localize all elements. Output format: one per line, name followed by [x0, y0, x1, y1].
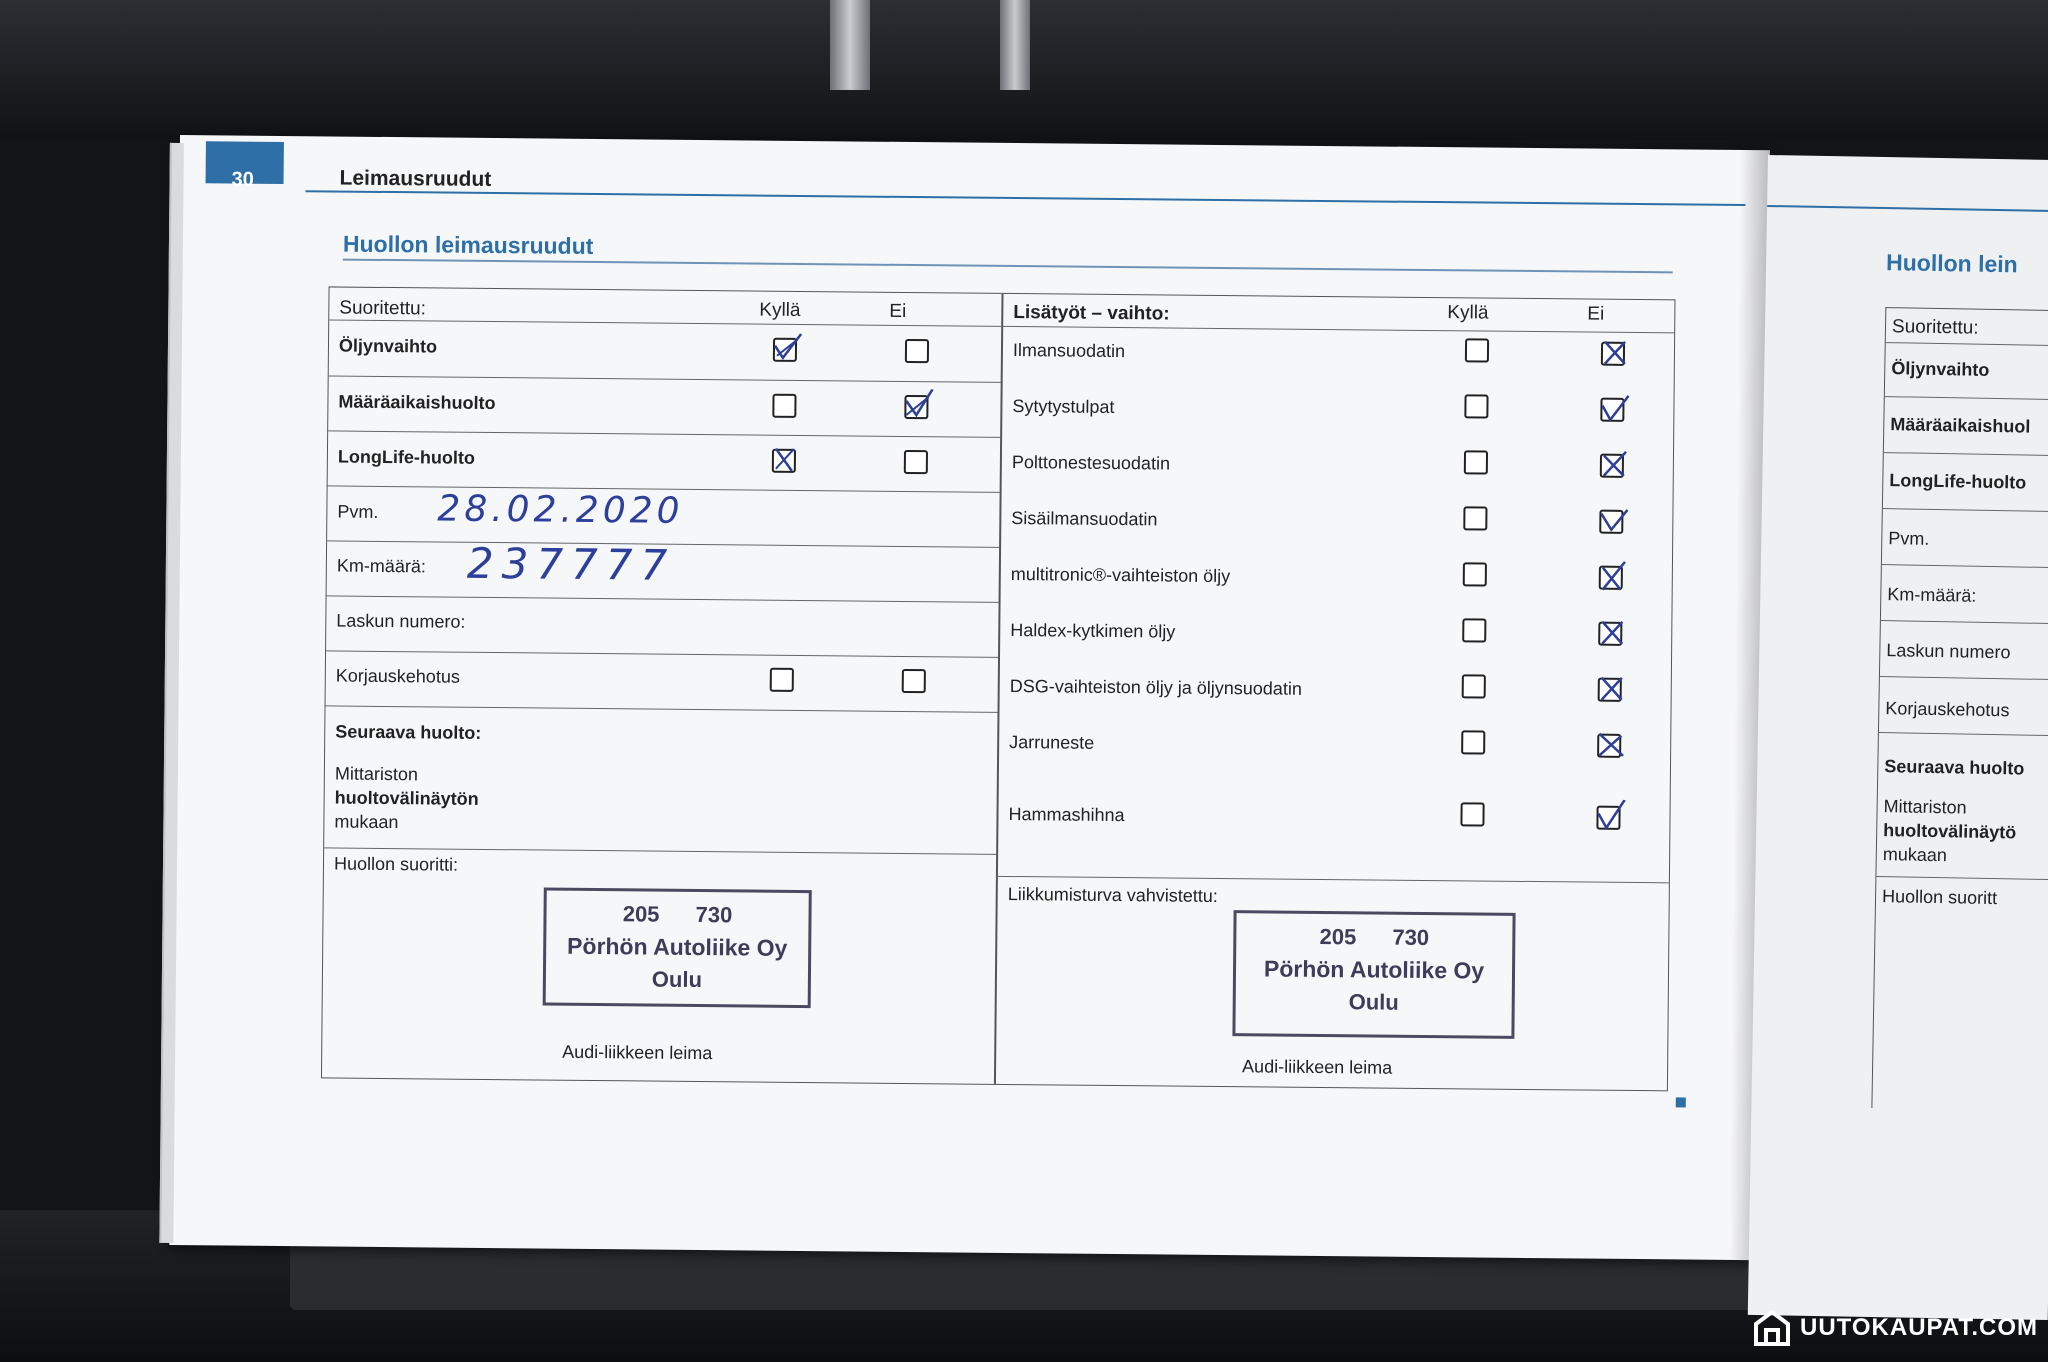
page-number: 30 — [231, 168, 254, 191]
checkbox-fuel-filter-yes[interactable] — [1463, 450, 1489, 475]
cross-icon — [1603, 340, 1626, 365]
watermark-logo: UUTOKAUPAT.COM — [1752, 1306, 2038, 1350]
booklet-page-left: 30 Leimausruudut Huollon leimausruudut S… — [159, 135, 1770, 1261]
extra-brake-fluid: Jarruneste — [1009, 731, 1095, 753]
row-label-periodic-service: Määräaikaishuolto — [338, 391, 496, 414]
checkbox-longlife-no[interactable] — [903, 449, 929, 475]
checkbox-multitronic-no[interactable] — [1598, 561, 1626, 591]
header-rule — [305, 190, 1746, 207]
dealer-stamp-left: 205 730 Pörhön Autoliike Oy Oulu — [542, 887, 812, 1009]
service-stamp-table-right: Suoritettu: Öljynvaihto Määräaikaishuol … — [1871, 307, 2048, 1112]
extra-fuel-filter: Polttonestesuodatin — [1011, 452, 1171, 474]
extra-air-filter: Ilmansuodatin — [1012, 340, 1126, 362]
checkbox-oil-no[interactable] — [904, 338, 930, 364]
checkmark-icon — [773, 333, 803, 360]
checkbox-cabin-filter-yes[interactable] — [1463, 506, 1488, 531]
checkbox-air-filter-no[interactable] — [1600, 340, 1626, 366]
page-header: Leimausruudut — [339, 166, 492, 191]
dealer-stamp-caption-left: Audi-liikkeen leima — [562, 1041, 713, 1064]
extra-spark-plugs: Sytytystulpat — [1012, 396, 1115, 417]
cross-icon — [1601, 620, 1624, 645]
section-title-right: Huollon lein — [1885, 249, 2018, 278]
invoice-label: Laskun numero: — [336, 610, 466, 632]
checkbox-spark-plugs-no[interactable] — [1600, 395, 1630, 423]
date-label: Pvm. — [337, 501, 379, 522]
extra-cabin-filter: Sisäilmansuodatin — [1011, 507, 1158, 530]
checkbox-haldex-yes[interactable] — [1462, 618, 1487, 643]
checkbox-cabin-filter-no[interactable] — [1599, 509, 1629, 534]
km-label: Km-määrä: — [336, 555, 426, 577]
checkbox-dsg-no[interactable] — [1597, 676, 1623, 702]
km-value: 237777 — [466, 538, 676, 590]
checkbox-repair-yes[interactable] — [769, 667, 794, 692]
checkmark-icon — [1600, 509, 1629, 532]
row-label-longlife: LongLife-huolto — [337, 446, 475, 468]
checkbox-fuel-filter-no[interactable] — [1599, 451, 1627, 478]
right-heading: Lisätyöt – vaihto: — [1013, 302, 1170, 325]
checkbox-timing-belt-yes[interactable] — [1460, 802, 1485, 827]
checkbox-spark-plugs-yes[interactable] — [1464, 394, 1489, 419]
right-col-yes: Kyllä — [1447, 302, 1489, 324]
console-trim — [830, 0, 870, 90]
house-logo-icon — [1754, 1309, 1790, 1346]
cross-icon — [1598, 732, 1624, 757]
row-label-oil-change: Öljynvaihto — [338, 335, 438, 357]
cross-icon — [1600, 676, 1623, 701]
next-service-label: Seuraava huolto: — [335, 721, 482, 743]
checkbox-air-filter-yes[interactable] — [1464, 338, 1490, 363]
checkbox-haldex-no[interactable] — [1598, 620, 1624, 646]
cross-icon — [1601, 561, 1626, 591]
extra-haldex-oil: Haldex-kytkimen öljy — [1010, 619, 1176, 642]
checkbox-brake-fluid-yes[interactable] — [1461, 730, 1486, 755]
watermark-text: UUTOKAUPAT.COM — [1800, 1314, 2038, 1341]
left-heading: Suoritettu: — [339, 297, 427, 320]
cross-icon — [1602, 451, 1627, 477]
console-trim — [1000, 0, 1030, 90]
dealer-stamp-caption-right: Audi-liikkeen leima — [1242, 1056, 1393, 1078]
extra-timing-belt: Hammashihna — [1008, 803, 1125, 826]
extra-multitronic-oil: multitronic®-vaihteiston öljy — [1010, 563, 1231, 587]
page-edge — [159, 142, 184, 1243]
checkbox-repair-no[interactable] — [901, 668, 926, 694]
checkmark-icon — [905, 388, 934, 418]
checkbox-timing-belt-no[interactable] — [1596, 799, 1626, 831]
left-col-no: Ei — [889, 300, 907, 322]
dealer-stamp-right: 205 730 Pörhön Autoliike Oy Oulu — [1232, 910, 1516, 1039]
table-divider — [993, 293, 1004, 1084]
checkbox-brake-fluid-no[interactable] — [1597, 732, 1624, 758]
mobility-label: Liikkumisturva vahvistettu: — [1007, 883, 1218, 906]
checkbox-periodic-yes[interactable] — [772, 393, 797, 418]
checkbox-oil-yes[interactable] — [772, 333, 803, 362]
service-done-label: Huollon suoritti: — [333, 853, 459, 875]
page-end-marker — [1675, 1097, 1686, 1108]
left-col-yes: Kyllä — [759, 299, 801, 321]
next-service-line3: mukaan — [334, 811, 399, 833]
checkbox-periodic-no[interactable] — [904, 388, 934, 420]
header-rule — [1767, 204, 2048, 213]
section-title: Huollon leimausruudut — [342, 230, 594, 259]
service-stamp-table: Suoritettu: Kyllä Ei Öljynvaihto Määräai… — [320, 286, 1676, 1092]
checkbox-dsg-yes[interactable] — [1461, 674, 1486, 699]
checkbox-multitronic-yes[interactable] — [1462, 562, 1487, 587]
checkmark-icon — [1601, 395, 1630, 423]
checkmark-icon — [774, 448, 795, 472]
checkbox-longlife-yes[interactable] — [771, 448, 797, 473]
extra-dsg-oil: DSG-vaihteiston öljy ja öljynsuodatin — [1009, 675, 1302, 699]
repair-label: Korjauskehotus — [335, 665, 460, 687]
booklet-page-right: Huollon lein Suoritettu: Öljynvaihto Mää… — [1747, 155, 2048, 1321]
next-service-line1: Mittariston — [334, 763, 419, 785]
right-col-no: Ei — [1587, 303, 1605, 325]
next-service-line2: huoltovälinäytön — [334, 787, 479, 809]
checkmark-icon — [1597, 799, 1626, 831]
date-value: 28.02.2020 — [437, 488, 684, 532]
section-rule — [342, 258, 1673, 273]
